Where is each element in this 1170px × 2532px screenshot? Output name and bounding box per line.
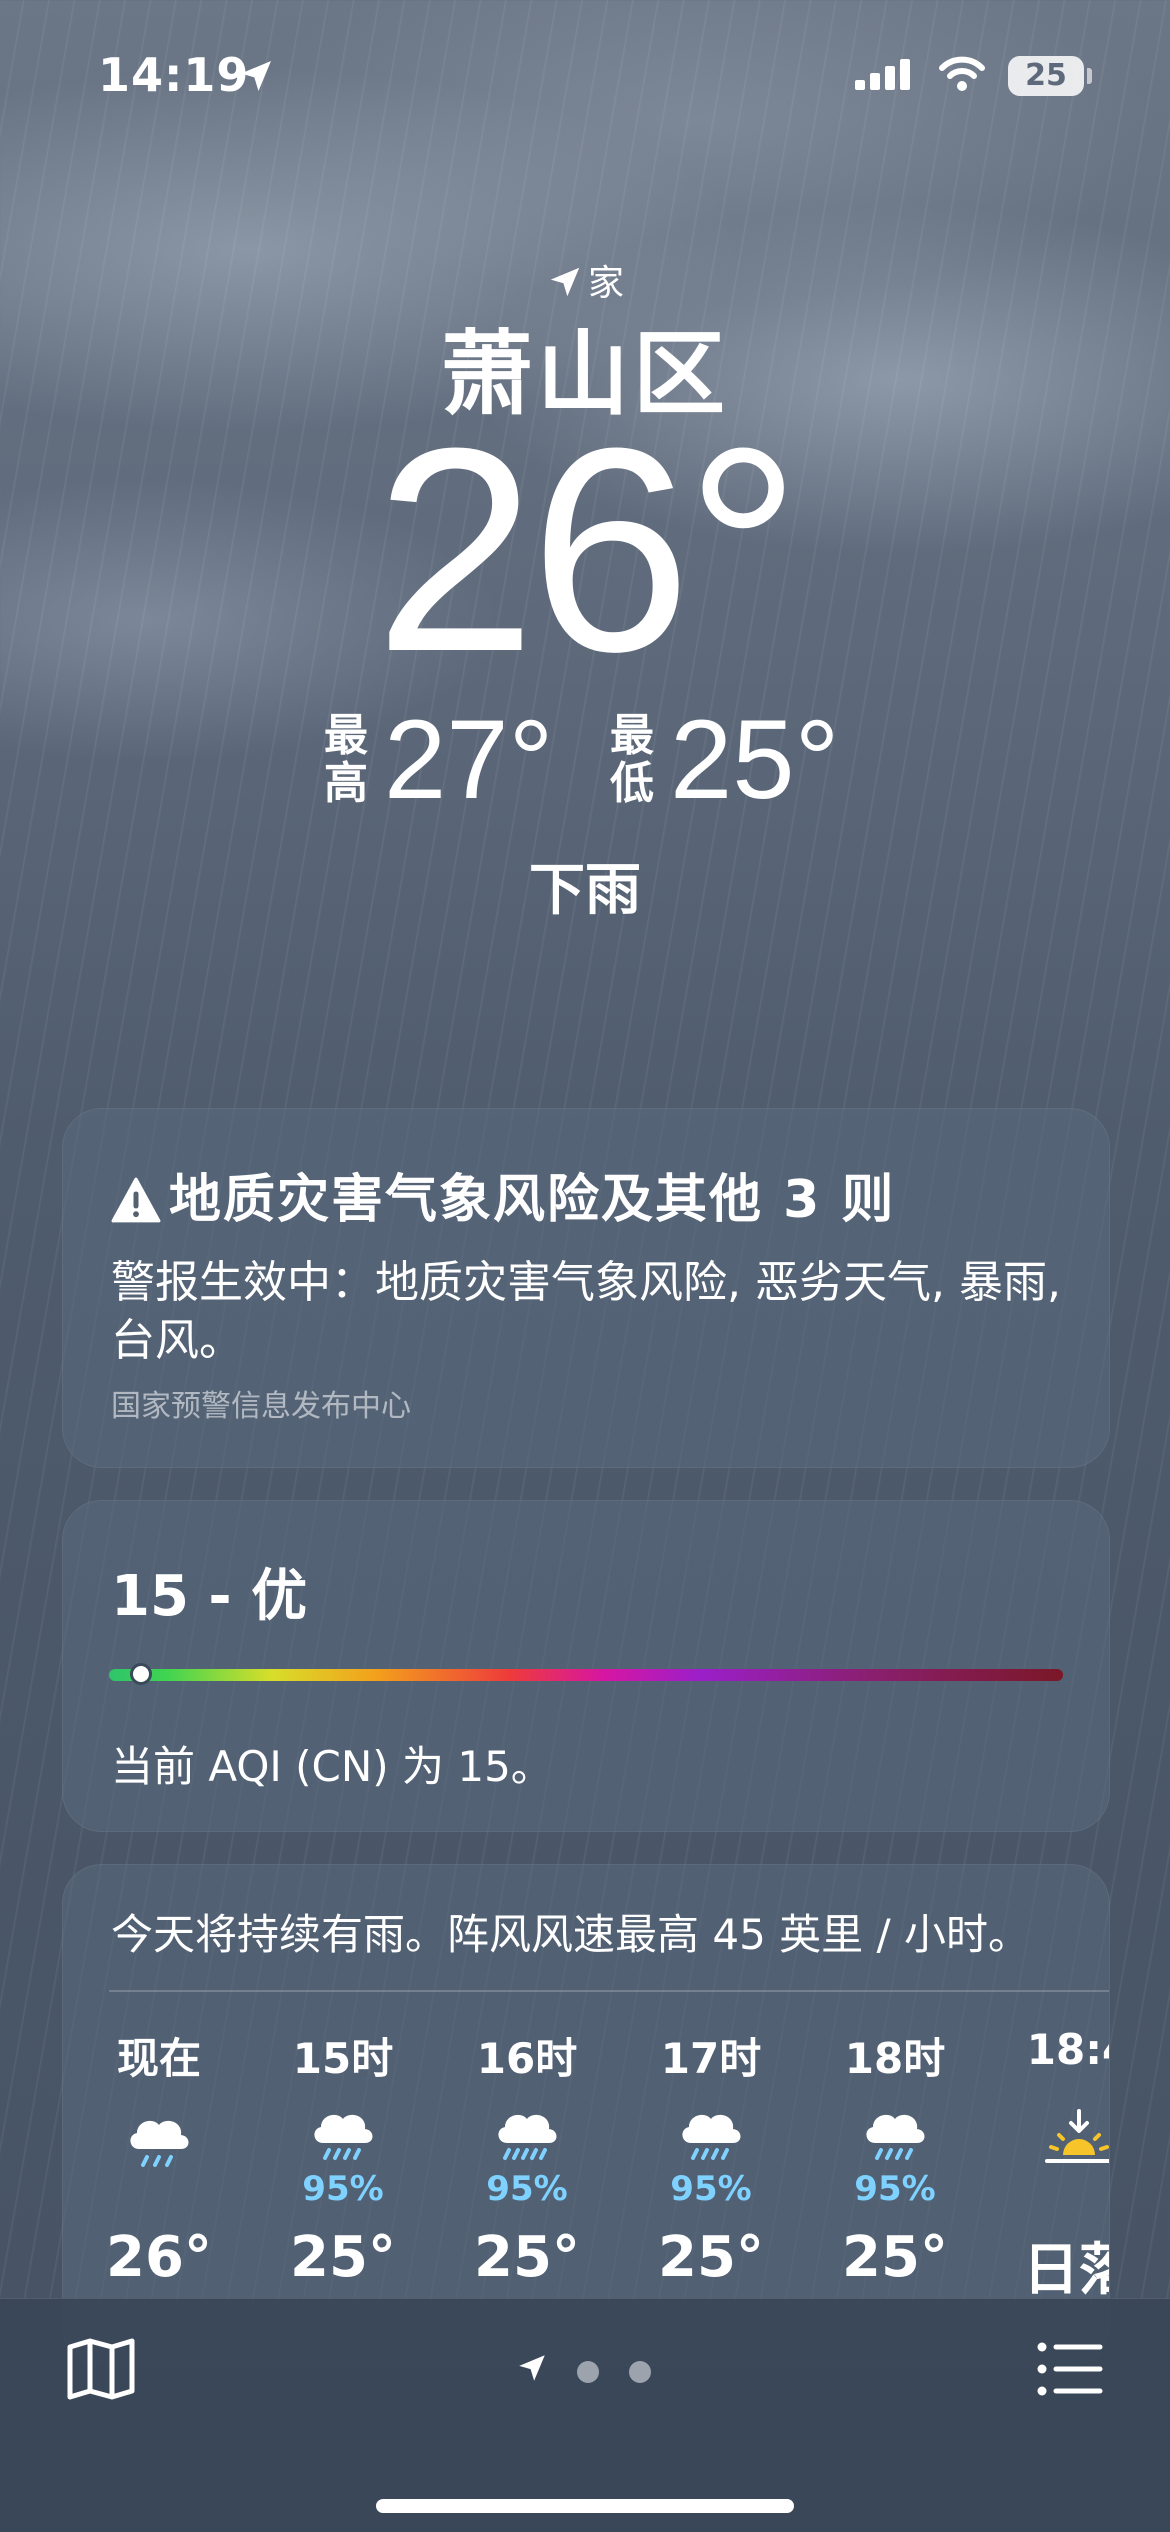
location-arrow-icon (550, 267, 580, 297)
warning-icon (111, 1177, 161, 1223)
cloud-rain-icon (119, 2105, 199, 2185)
hourly-summary: 今天将持续有雨。阵风风速最高 45 英里 / 小时。 (111, 1910, 1030, 1959)
status-time: 14:19 (98, 48, 250, 102)
hour-time: 15时 (292, 2034, 394, 2083)
cellular-signal-icon (855, 58, 915, 98)
aqi-value: 15 - 优 (111, 1564, 308, 1629)
hour-time: 18时 (844, 2034, 946, 2083)
hour-time: 17时 (660, 2034, 762, 2083)
precipitation-probability: 95% (302, 2169, 384, 2209)
hour-temperature: 25° (290, 2225, 396, 2290)
high-low-row: 最高 27° 最低 25° (0, 700, 1170, 820)
hourly-forecast-card[interactable]: 今天将持续有雨。阵风风速最高 45 英里 / 小时。 现在 26° 15时 95… (62, 1864, 1110, 2366)
divider (109, 1990, 1109, 1992)
hour-temperature: 25° (658, 2225, 764, 2290)
page-indicator[interactable] (515, 2351, 665, 2391)
severe-weather-alert-card[interactable]: 地质灾害气象风险及其他 3 则 警报生效中：地质灾害气象风险, 恶劣天气, 暴雨… (62, 1108, 1110, 1468)
home-label-row: 家 (0, 254, 1170, 306)
wifi-icon (938, 56, 986, 96)
precipitation-probability: 95% (486, 2169, 568, 2209)
page-dot[interactable] (577, 2361, 599, 2383)
hour-time: 现在 (116, 2034, 201, 2083)
hour-time: 16时 (476, 2034, 578, 2083)
high-label: 最高 (324, 710, 368, 809)
list-icon[interactable] (1036, 2341, 1104, 2401)
hour-temperature: 26° (106, 2225, 212, 2290)
sunset-icon (1039, 2105, 1109, 2185)
home-indicator[interactable] (376, 2499, 794, 2513)
air-quality-card[interactable]: 15 - 优 当前 AQI (CN) 为 15。 (62, 1500, 1110, 1832)
precipitation-probability: 95% (670, 2169, 752, 2209)
battery-tip (1087, 68, 1092, 84)
hour-temperature: 25° (842, 2225, 948, 2290)
hour-time: 18:4 (1026, 2025, 1109, 2074)
alert-title-row: 地质灾害气象风险及其他 3 则 (111, 1157, 895, 1232)
map-icon[interactable] (66, 2337, 136, 2405)
aqi-scale-bar (109, 1669, 1063, 1681)
status-bar: 14:19 25 (0, 0, 1170, 150)
battery-indicator: 25 (1008, 56, 1084, 96)
low-label: 最低 (610, 710, 654, 809)
alert-description: 警报生效中：地质灾害气象风险, 恶劣天气, 暴雨, 台风。 (111, 1257, 1061, 1366)
precipitation-probability: 95% (854, 2169, 936, 2209)
high-temperature: 27° (384, 697, 554, 822)
home-label: 家 (587, 263, 624, 304)
alert-title: 地质灾害气象风险及其他 3 则 (169, 1170, 896, 1230)
current-condition: 下雨 (529, 858, 641, 923)
current-temperature: 26° (374, 388, 802, 712)
location-arrow-icon (236, 56, 276, 100)
aqi-description: 当前 AQI (CN) 为 15。 (111, 1742, 553, 1791)
aqi-indicator-dot (129, 1663, 152, 1685)
location-arrow-icon (515, 2351, 549, 2389)
page-dot[interactable] (629, 2361, 651, 2383)
hour-temperature: 日落 (1023, 2238, 1109, 2303)
alert-source: 国家预警信息发布中心 (111, 1389, 411, 1424)
hour-temperature: 25° (474, 2225, 580, 2290)
bottom-toolbar (0, 2298, 1170, 2532)
low-temperature: 25° (670, 697, 840, 822)
